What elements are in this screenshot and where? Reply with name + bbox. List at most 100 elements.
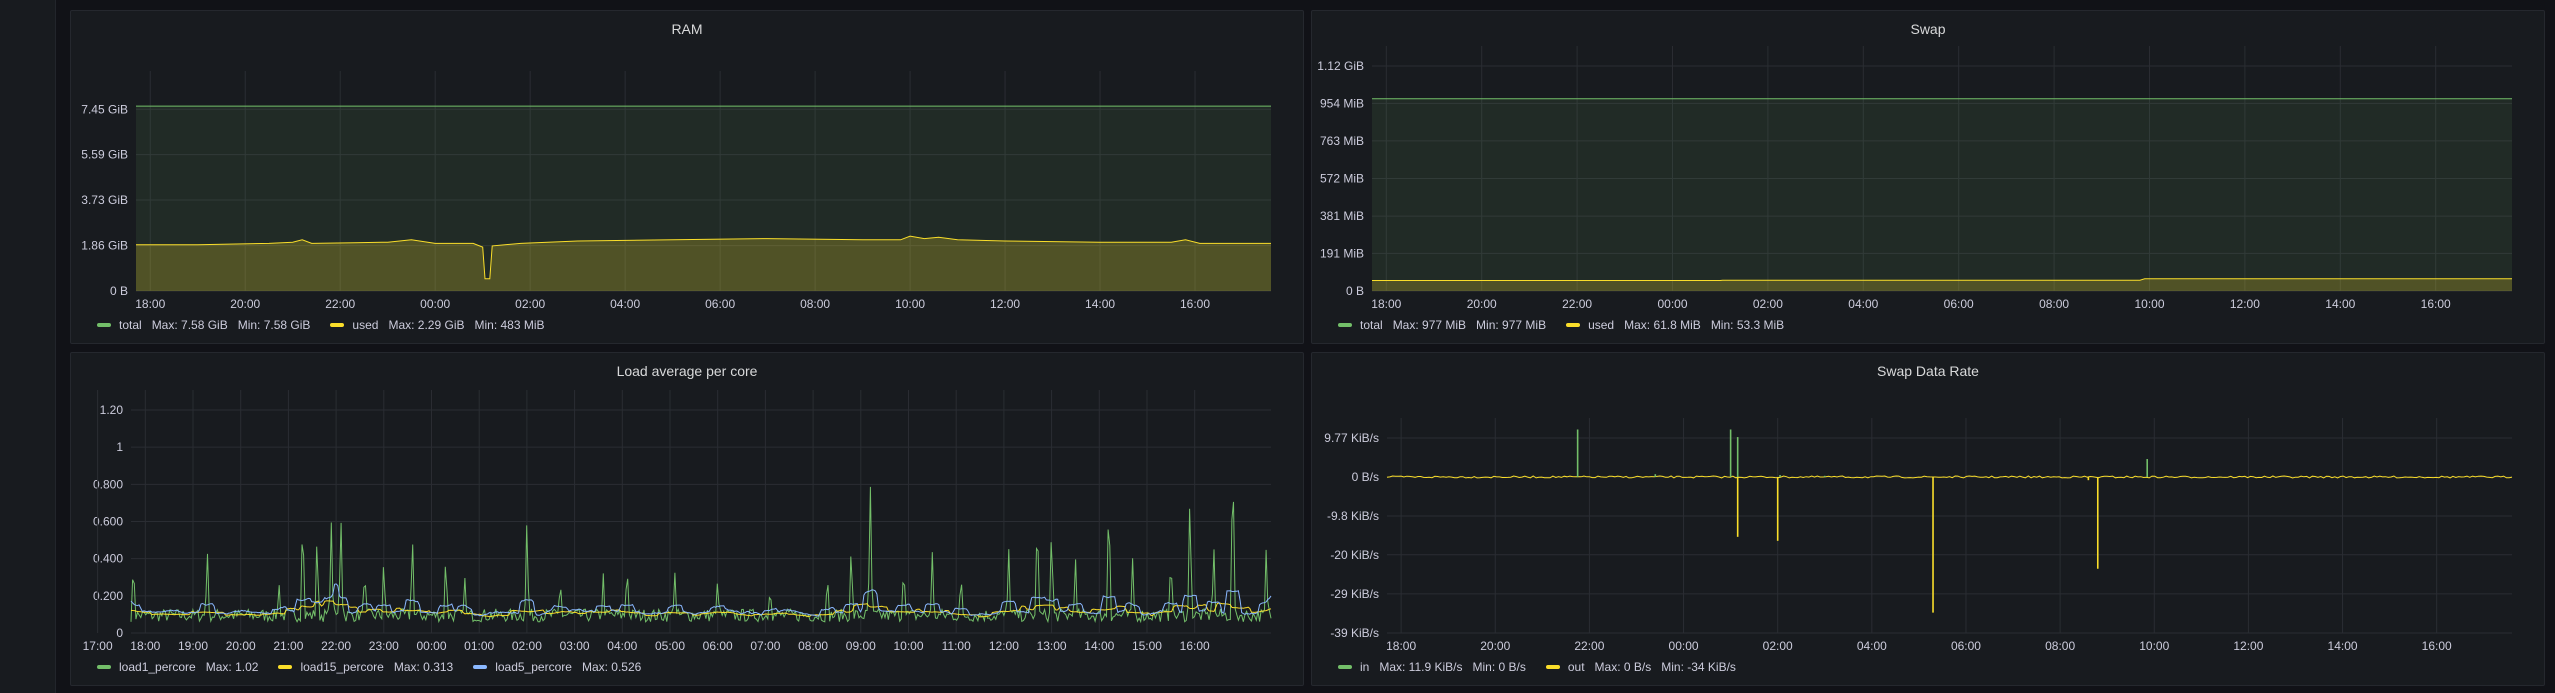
series-line-load5_percore	[130, 583, 1272, 617]
legend-stat: Min: 483 MiB	[474, 318, 545, 332]
x-tick-label: 10:00	[893, 639, 923, 653]
x-tick-label: 06:00	[1951, 639, 1981, 653]
x-tick-label: 20:00	[1480, 639, 1510, 653]
x-tick-label: 21:00	[273, 639, 303, 653]
x-tick-label: 14:00	[2328, 639, 2358, 653]
legend-item-in[interactable]: in Max: 11.9 KiB/s Min: 0 B/s	[1338, 660, 1536, 674]
x-tick-label: 15:00	[1132, 639, 1162, 653]
y-tick-label: -9.8 KiB/s	[1327, 509, 1379, 523]
legend-series-name: in	[1360, 660, 1370, 674]
x-tick-label: 12:00	[2233, 639, 2263, 653]
x-tick-label: 06:00	[1944, 297, 1974, 311]
legend-item-total[interactable]: total Max: 977 MiB Min: 977 MiB	[1338, 318, 1556, 332]
x-tick-label: 02:00	[1753, 297, 1783, 311]
ram-legend: total Max: 7.58 GiB Min: 7.58 GiB used Max: …	[97, 318, 565, 332]
panel-swap-data-rate: Swap Data Rate 9.77 KiB/s 0 B/s -9.8 KiB/s…	[1311, 352, 2545, 686]
x-tick-label: 04:00	[607, 639, 637, 653]
x-tick-label: 16:00	[1180, 297, 1210, 311]
series-line-load15_percore	[130, 600, 1272, 618]
legend-stat: Max: 977 MiB	[1392, 318, 1467, 332]
legend-stat: Min: 0 B/s	[1472, 660, 1526, 674]
x-tick-label: 03:00	[560, 639, 590, 653]
series-area-total	[1372, 98, 2512, 291]
x-tick-label: 22:00	[1562, 297, 1592, 311]
legend-series-name: load5_percore	[495, 660, 572, 674]
legend-stat: Max: 0 B/s	[1594, 660, 1652, 674]
legend-item-used[interactable]: used Max: 61.8 MiB Min: 53.3 MiB	[1566, 318, 1794, 332]
legend-series-name: out	[1567, 660, 1585, 674]
x-tick-label: 06:00	[705, 297, 735, 311]
x-tick-label: 13:00	[1037, 639, 1067, 653]
y-tick-label: 954 MiB	[1320, 96, 1364, 110]
legend-stat: Max: 11.9 KiB/s	[1379, 660, 1463, 674]
legend-stat: Max: 61.8 MiB	[1624, 318, 1701, 332]
y-tick-label: 1.20	[100, 403, 124, 417]
y-tick-label: 191 MiB	[1320, 246, 1364, 260]
x-tick-label: 08:00	[798, 639, 828, 653]
legend-swatch	[1566, 323, 1581, 327]
legend-stat: Max: 1.02	[205, 660, 259, 674]
y-tick-label: 0 B	[1346, 284, 1364, 298]
x-tick-label: 16:00	[2422, 639, 2452, 653]
y-tick-label: -29 KiB/s	[1330, 587, 1379, 601]
legend-item-out[interactable]: out Max: 0 B/s Min: -34 KiB/s	[1545, 660, 1746, 674]
x-tick-label: 10:00	[2139, 639, 2169, 653]
legend-swatch	[473, 665, 488, 669]
x-tick-label: 20:00	[230, 297, 260, 311]
load-chart: 00.2000.4000.6000.80011.2018:00 19:00 20:0…	[83, 390, 1272, 653]
legend-item-total[interactable]: total Max: 7.58 GiB Min: 7.58 GiB	[97, 318, 320, 332]
swap-rate-chart: 9.77 KiB/s 0 B/s -9.8 KiB/s -20 KiB/s -29 Ki…	[1324, 418, 2513, 653]
x-tick-label: 22:00	[325, 297, 355, 311]
x-tick-label: 12:00	[2230, 297, 2260, 311]
x-tick-label: 00:00	[1669, 639, 1699, 653]
panel-swap: Swap 0 B 191 MiB 381 MiB 572 MiB 763 MiB 954 …	[1311, 10, 2545, 344]
load-legend: load1_percore Max: 1.02 load15_percore Max:…	[97, 660, 661, 674]
x-tick-label: 19:00	[178, 639, 208, 653]
x-tick-label: 04:00	[610, 297, 640, 311]
x-tick-label: 16:00	[1180, 639, 1210, 653]
series-line-load1_percore	[130, 486, 1272, 624]
x-tick-label: 22:00	[1574, 639, 1604, 653]
legend-swatch	[1338, 323, 1352, 327]
x-tick-label: 00:00	[420, 297, 450, 311]
x-tick-label: 01:00	[464, 639, 494, 653]
x-tick-label: 18:00	[135, 297, 165, 311]
legend-series-name: used	[352, 318, 379, 332]
x-tick-label: 11:00	[942, 639, 971, 653]
swaprate-legend: in Max: 11.9 KiB/s Min: 0 B/s out Max: 0 B/s…	[1338, 660, 1756, 674]
y-tick-label: 7.45 GiB	[81, 102, 128, 116]
y-tick-label: 3.73 GiB	[81, 193, 128, 207]
legend-item-load5_percore[interactable]: load5_percore Max: 0.526	[473, 660, 651, 674]
y-tick-label: 1.12 GiB	[1317, 59, 1364, 73]
y-tick-label: 0 B/s	[1352, 470, 1379, 484]
legend-swatch	[97, 323, 111, 327]
x-tick-label: 10:00	[895, 297, 925, 311]
y-tick-label: 1.86 GiB	[81, 239, 128, 253]
legend-series-name: load15_percore	[300, 660, 384, 674]
legend-item-load1_percore[interactable]: load1_percore Max: 1.02	[97, 660, 268, 674]
legend-item-load15_percore[interactable]: load15_percore Max: 0.313	[278, 660, 463, 674]
x-tick-label: 00:00	[1657, 297, 1687, 311]
y-tick-label: 381 MiB	[1320, 209, 1364, 223]
legend-series-name: load1_percore	[119, 660, 196, 674]
x-tick-label: 10:00	[2134, 297, 2164, 311]
legend-stat: Max: 0.526	[581, 660, 642, 674]
legend-series-name: total	[1360, 318, 1383, 332]
y-tick-label: 763 MiB	[1320, 134, 1364, 148]
y-tick-label: -39 KiB/s	[1330, 626, 1379, 640]
x-tick-label: 00:00	[416, 639, 446, 653]
panel-load-average: Load average per core 0 0.200 0.400 0.600 0.…	[70, 352, 1304, 686]
y-tick-label: 572 MiB	[1320, 172, 1364, 186]
x-tick-label: 18:00	[1386, 639, 1416, 653]
legend-stat: Min: 53.3 MiB	[1710, 318, 1785, 332]
legend-series-name: total	[119, 318, 142, 332]
side-menu	[0, 0, 56, 693]
x-tick-label: 14:00	[2325, 297, 2355, 311]
y-tick-label: 9.77 KiB/s	[1324, 431, 1379, 445]
y-tick-label: 5.59 GiB	[81, 148, 128, 162]
x-tick-label: 02:00	[1763, 639, 1793, 653]
x-tick-label: 22:00	[321, 639, 351, 653]
x-tick-label: 04:00	[1848, 297, 1878, 311]
legend-item-used[interactable]: used Max: 2.29 GiB Min: 483 MiB	[330, 318, 554, 332]
x-tick-label: 08:00	[2045, 639, 2075, 653]
